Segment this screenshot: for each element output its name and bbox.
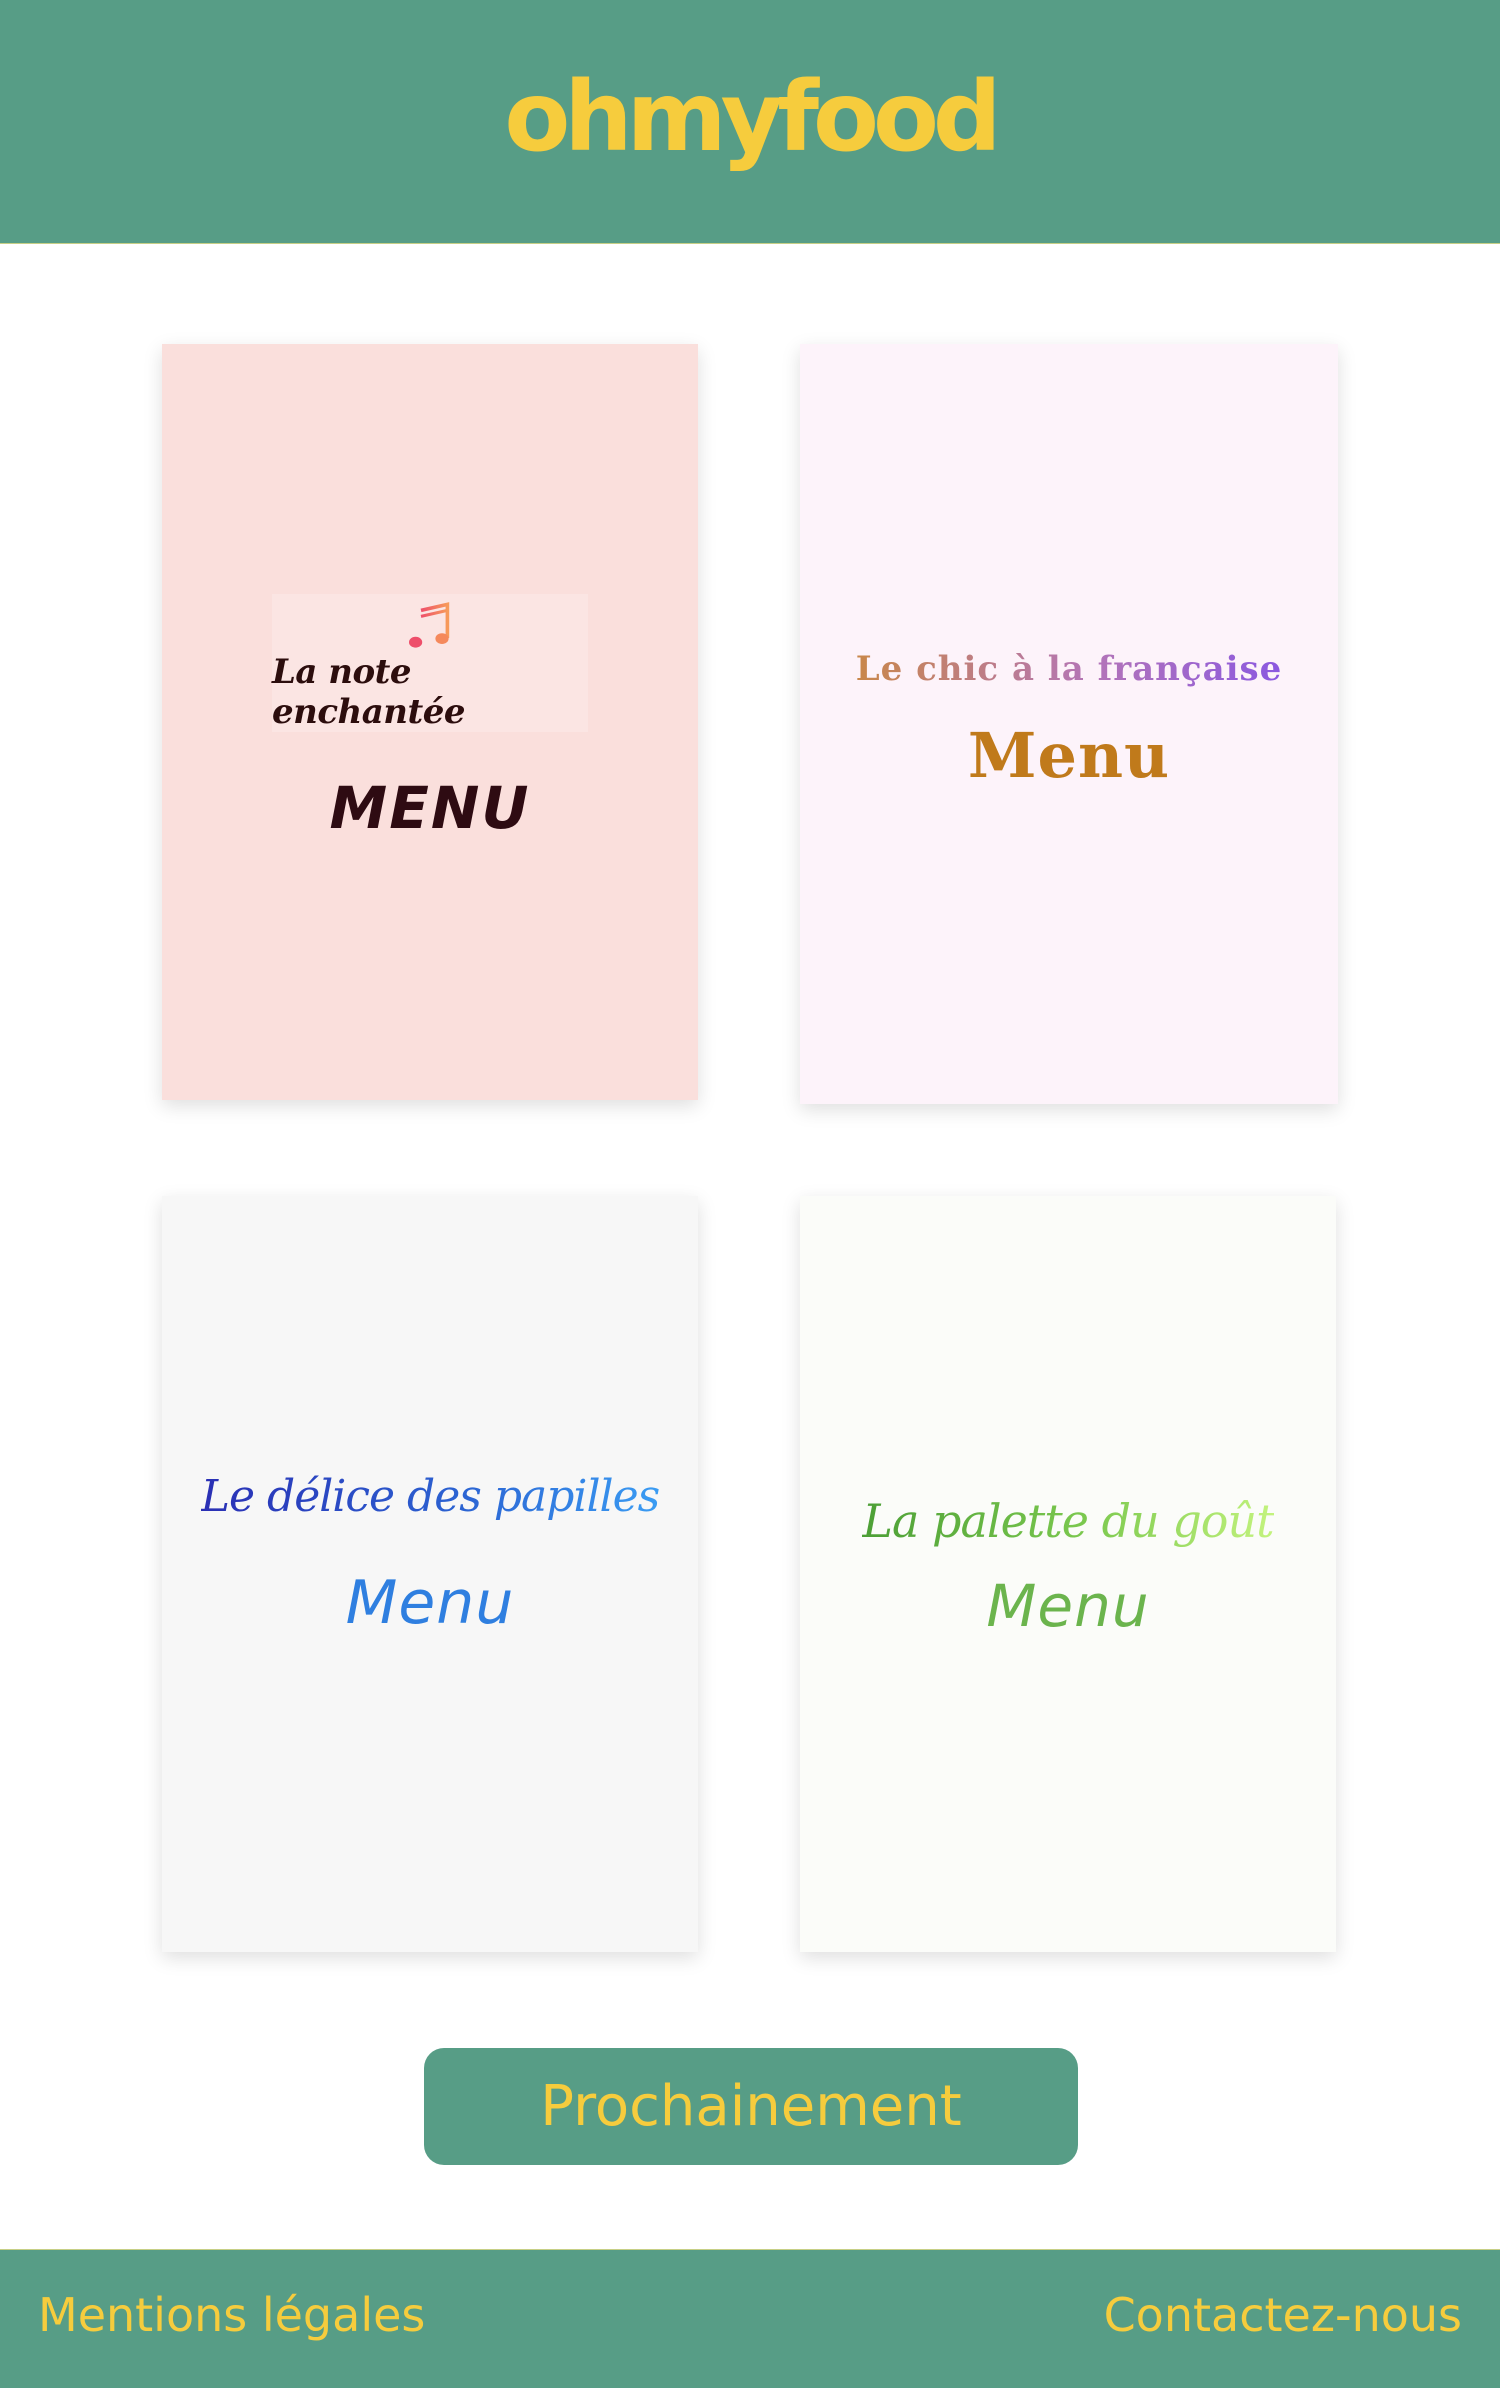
menu-card-le-delice-des-papilles[interactable]: Le délice des papilles Menu: [162, 1196, 698, 1952]
music-note-icon: [409, 602, 450, 648]
menu-card-la-palette-du-gout[interactable]: La palette du goût Menu: [800, 1196, 1336, 1952]
restaurant-name: La palette du goût: [862, 1494, 1274, 1548]
coming-soon-button[interactable]: Prochainement: [424, 2048, 1078, 2165]
page: ohmyfood La note enchantée MENU Le chic …: [0, 0, 1500, 2388]
contact-link[interactable]: Contactez-nous: [1104, 2288, 1462, 2342]
menu-label[interactable]: Menu: [346, 1568, 515, 1638]
site-footer: Mentions légales Contactez-nous: [0, 2249, 1500, 2388]
menu-label[interactable]: Menu: [986, 1572, 1149, 1640]
restaurant-name: Le délice des papilles: [200, 1471, 660, 1522]
restaurant-name: La note enchantée: [272, 652, 466, 732]
menu-card-la-note-enchantee[interactable]: La note enchantée MENU: [162, 344, 698, 1100]
legal-notice-link[interactable]: Mentions légales: [38, 2288, 425, 2342]
site-header: ohmyfood: [0, 0, 1500, 244]
menu-card-le-chic-a-la-francaise[interactable]: Le chic à la française Menu: [800, 344, 1338, 1104]
restaurant-name: Le chic à la française: [855, 649, 1283, 689]
menu-label[interactable]: Menu: [968, 719, 1170, 792]
menu-label[interactable]: MENU: [330, 774, 531, 842]
restaurant-badge: La note enchantée: [272, 594, 588, 732]
logo[interactable]: ohmyfood: [504, 69, 1001, 165]
